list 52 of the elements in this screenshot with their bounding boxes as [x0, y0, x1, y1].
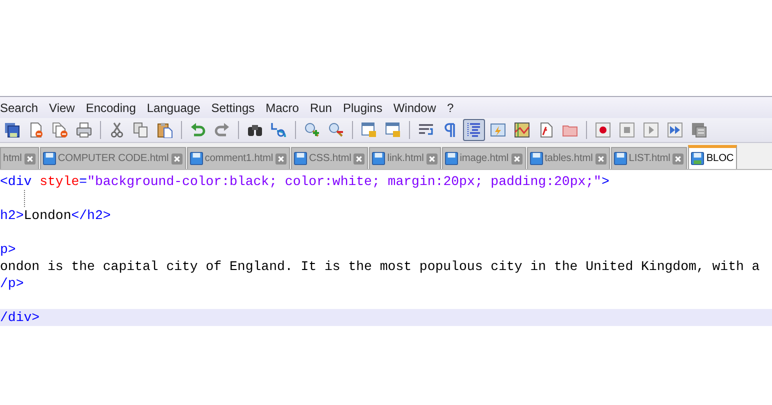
- menu-item[interactable]: View: [49, 100, 82, 114]
- toolbar-button[interactable]: [463, 119, 485, 141]
- menu-item[interactable]: Plugins: [342, 100, 390, 114]
- scissors-icon: [109, 122, 125, 138]
- printer-icon: [76, 122, 92, 138]
- code-line: /div>: [0, 310, 40, 325]
- close-icon[interactable]: [672, 152, 684, 164]
- zoom-in-icon: [304, 122, 320, 138]
- record-icon: [595, 122, 611, 138]
- menu-item[interactable]: Language: [146, 100, 208, 114]
- menu-item[interactable]: Macro: [266, 100, 306, 114]
- fast-forward-icon: [667, 122, 683, 138]
- close-icon[interactable]: [24, 152, 36, 164]
- close-icon[interactable]: [170, 152, 183, 164]
- binoculars-icon: [247, 122, 263, 138]
- lightning-icon: [490, 122, 506, 138]
- menu-item[interactable]: Settings: [211, 100, 262, 114]
- clipboard-icon: [157, 122, 173, 138]
- menu-item[interactable]: Search: [0, 100, 46, 114]
- code-line: p>: [0, 242, 16, 257]
- replace-icon: [271, 122, 287, 138]
- close-icon[interactable]: [426, 152, 438, 164]
- macro-list-icon: [691, 122, 707, 138]
- floppy-disks-icon: [4, 122, 20, 138]
- copy-icon: [133, 122, 149, 138]
- code-line: <div style="background-color:black; color:white; margin:20px; padding:20px;">: [0, 174, 610, 189]
- map-icon: [514, 122, 530, 138]
- file-tab[interactable]: BLOC: [688, 145, 737, 169]
- word-wrap-icon: [418, 122, 434, 138]
- pilcrow-icon: [442, 122, 458, 138]
- function-icon: [538, 122, 554, 138]
- menu-item[interactable]: Encoding: [86, 100, 143, 114]
- close-icon[interactable]: [353, 152, 366, 164]
- close-icon[interactable]: [275, 152, 288, 164]
- close-icon[interactable]: [510, 152, 523, 164]
- redo-arrow-icon: [214, 122, 230, 138]
- undo-arrow-icon: [190, 122, 206, 138]
- stop-icon: [619, 122, 635, 138]
- window-lock-icon: [385, 122, 401, 138]
- code-line: /p>: [0, 276, 24, 291]
- menu-item[interactable]: ?: [447, 100, 461, 114]
- play-icon: [643, 122, 659, 138]
- zoom-out-icon: [328, 122, 344, 138]
- code-line: ondon is the capital city of England. It is the most populous city in the United Kingdom, with a: [0, 259, 760, 274]
- documents-icon: [52, 122, 68, 138]
- indent-guide-icon: [466, 122, 482, 138]
- menu-item[interactable]: Run: [310, 100, 339, 114]
- document-icon: [28, 122, 44, 138]
- menu-item[interactable]: Window: [393, 100, 444, 114]
- window-lock-icon: [361, 122, 377, 138]
- close-icon[interactable]: [594, 152, 607, 164]
- code-line: h2>London</h2>: [0, 208, 111, 223]
